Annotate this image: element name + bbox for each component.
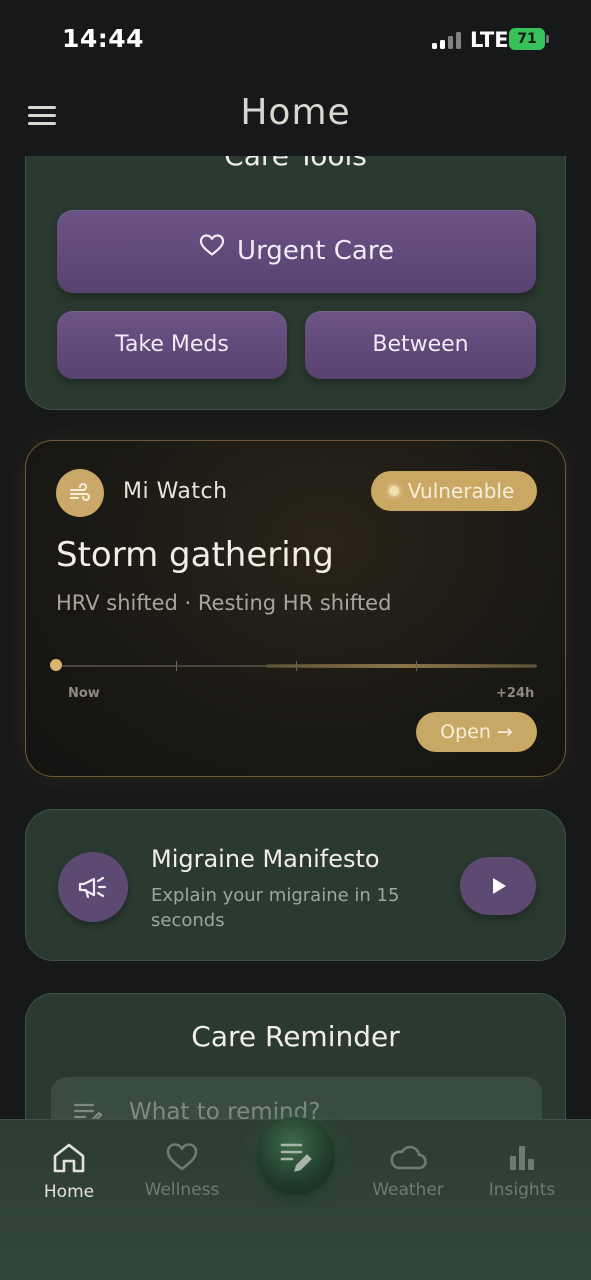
care-reminder-card: Care Reminder [25,993,566,1126]
heart-icon [199,208,225,291]
timeline-start-label: Now [68,686,100,701]
watch-forecast-card[interactable]: Mi Watch Vulnerable Storm gathering HRV … [25,440,566,777]
timeline-tick [176,661,177,671]
battery-level: 71 [509,28,545,50]
forecast-title: Storm gathering [56,535,334,575]
nav-wellness-label: Wellness [144,1180,220,1200]
page-title: Home [240,92,351,133]
timeline-risk-band [266,664,537,668]
home-screen: 14:44 LTE 71 Home Care Tools Urgent Care… [0,0,591,1280]
status-dot-icon [389,486,399,496]
reminder-title: Care Reminder [191,1020,400,1053]
home-icon [53,1143,85,1173]
heart-icon [166,1143,198,1171]
care-tools-title: Care Tools [26,156,565,172]
nav-wellness[interactable]: Wellness [127,1142,237,1212]
nav-weather[interactable]: Weather [353,1142,463,1212]
content-scroll[interactable]: Care Tools Urgent Care Take Meds Between… [0,156,591,1126]
status-time: 14:44 [62,24,145,53]
bottom-navigation: Home Wellness Weather Insights [0,1117,591,1280]
app-header: Home [0,80,591,152]
journal-edit-icon [280,1143,312,1172]
wind-icon [56,469,104,517]
forecast-subtitle: HRV shifted · Resting HR shifted [56,591,392,615]
timeline-tick [296,661,297,671]
journal-fab-button[interactable] [257,1117,335,1195]
migraine-manifesto-card[interactable]: Migraine Manifesto Explain your migraine… [25,809,566,961]
battery-icon: 71 [509,28,549,50]
megaphone-icon [58,852,128,922]
timeline-now-marker [50,659,62,671]
status-bar: 14:44 LTE 71 [0,0,591,80]
urgent-care-label: Urgent Care [237,236,394,266]
play-icon [493,878,506,894]
nav-home[interactable]: Home [14,1142,124,1212]
between-button[interactable]: Between [305,311,536,379]
network-type: LTE [470,28,509,52]
urgent-care-button[interactable]: Urgent Care [57,210,536,293]
bar-chart-icon [510,1146,534,1170]
timeline-end-label: +24h [496,686,535,701]
nav-insights-label: Insights [488,1180,556,1200]
manifesto-title: Migraine Manifesto [151,845,380,873]
take-meds-button[interactable]: Take Meds [57,311,287,379]
open-forecast-button[interactable]: Open → [416,712,537,752]
cloud-icon [390,1145,427,1170]
nav-insights[interactable]: Insights [467,1142,577,1212]
play-button[interactable] [460,857,536,915]
nav-home-label: Home [43,1182,95,1202]
nav-weather-label: Weather [372,1180,444,1200]
vulnerability-badge: Vulnerable [371,471,537,511]
manifesto-subtitle: Explain your migraine in 15 seconds [151,885,400,931]
vulnerability-label: Vulnerable [407,479,515,503]
device-name: Mi Watch [123,479,228,504]
timeline-tick [416,661,417,671]
signal-icon [432,31,462,49]
care-tools-card: Care Tools Urgent Care Take Meds Between [25,156,566,410]
